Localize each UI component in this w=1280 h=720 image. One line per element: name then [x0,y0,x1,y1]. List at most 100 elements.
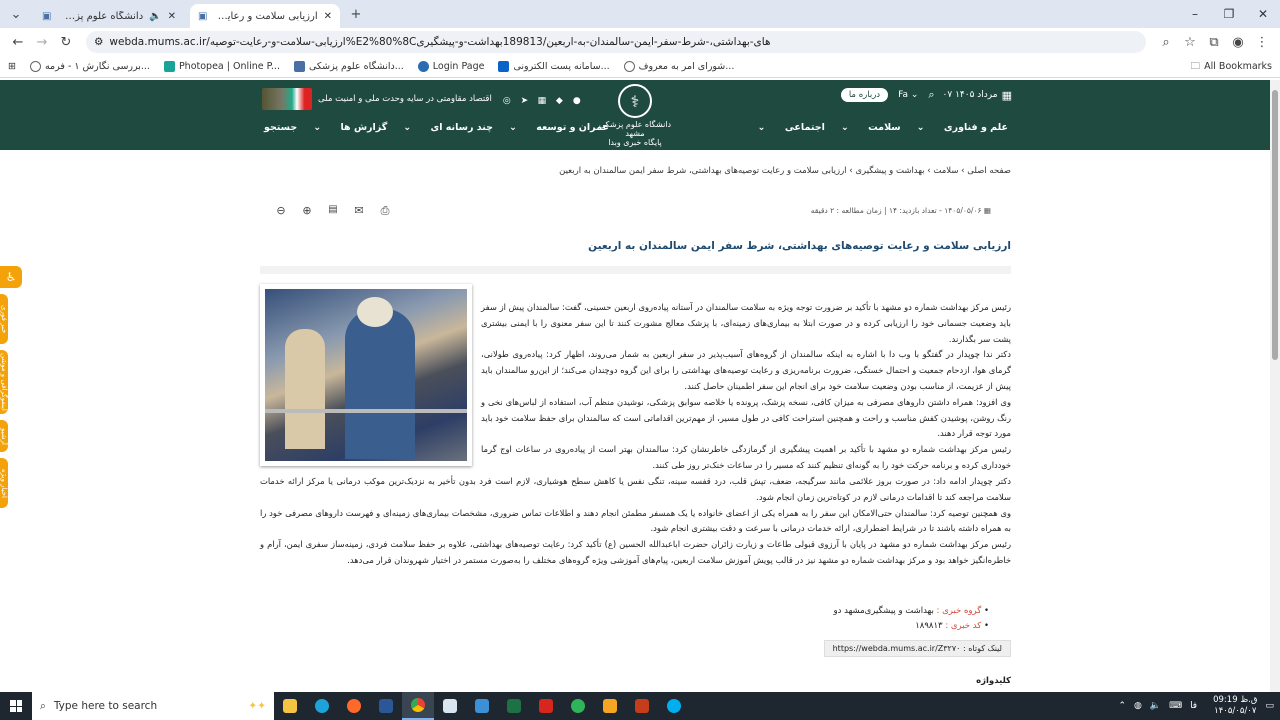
email-icon[interactable]: ✉ [346,204,372,218]
bookmark-star-icon[interactable]: ☆ [1178,30,1202,54]
paragraph: رئیس مرکز بهداشت شماره دو مشهد با تأکید … [481,302,1011,344]
folder-icon: 🗀 [1190,60,1201,72]
page-scrollbar[interactable] [1270,80,1280,692]
leaders-banner-image [262,88,312,110]
bookmark-item[interactable]: Login Page [417,61,484,72]
word-icon[interactable] [370,692,402,720]
article-title: ارزیابی سلامت و رعایت توصیه‌های بهداشتی،… [588,240,1011,252]
print-icon[interactable]: ▤ [320,204,346,218]
input-language[interactable]: فا [1190,701,1197,711]
paint-icon[interactable] [434,692,466,720]
menu-item-reports[interactable]: گزارش ها ⌄ [313,122,387,133]
profile-icon[interactable]: ◉ [1226,30,1250,54]
infographic-button[interactable]: اینفوگرافی و موشن [0,350,8,414]
security-icon[interactable] [562,692,594,720]
menu-item-health[interactable]: سلامت ⌄ [841,122,901,133]
special-news-button[interactable]: اخبار ویژه [0,458,8,508]
windows-logo-icon [10,700,22,712]
breaking-news-button[interactable]: خبر فوری [0,294,8,344]
restore-icon[interactable]: ❐ [1212,0,1246,28]
bookmark-item[interactable]: سامانه پست الکترونی... [498,61,610,72]
menu-item-search[interactable]: جستجو [264,122,297,133]
menu-kebab-icon[interactable]: ⋮ [1250,30,1274,54]
short-link[interactable]: لینک کوتاه : https://webda.mums.ac.ir/Z۳… [823,640,1011,657]
zoom-out-icon[interactable]: ⊖ [268,204,294,218]
printer-icon[interactable]: ⎙ [372,204,398,218]
menu-item-social[interactable]: اجتماعی ⌄ [758,122,825,133]
close-tab-icon[interactable]: ✕ [168,11,176,22]
minimize-icon[interactable]: – [1178,0,1212,28]
firefox-icon[interactable] [338,692,370,720]
forward-icon[interactable]: → [30,30,54,54]
instagram-icon[interactable]: ◎ [502,96,512,106]
menu-item-science[interactable]: علم و فناوری ⌄ [917,122,1008,133]
menu-item-development[interactable]: عمران و توسعه ⌄ [509,122,609,133]
notification-icon[interactable]: ▭ [1265,701,1274,711]
bookmark-item[interactable]: بررسی نگارش ۱ - فرمه... [29,61,150,72]
reload-icon[interactable]: ↻ [54,30,78,54]
bale-icon[interactable]: ● [572,96,582,106]
keyboard-icon[interactable]: ⌨ [1169,701,1182,711]
volume-icon[interactable]: 🔈 [1150,701,1161,711]
clock[interactable]: 09:19 ق.ظ ۱۴۰۵/۰۵/۰۷ [1205,695,1257,717]
browser-tab-2[interactable]: ▣ ارزیابی سلامت و رعایت توصیه‌ها ✕ [190,4,340,28]
search-icon: ⌕ [40,699,46,712]
tab-strip: ⌄ ▣ دانشگاه علوم پزشکی مشهد 🔈 ✕ ▣ ارزیاب… [0,0,1280,28]
extensions-icon[interactable]: ⧉ [1202,30,1226,54]
bookmark-item[interactable]: Photopea | Online P... [163,61,280,72]
system-tray: ⌃ ◍ 🔈 ⌨ فا 09:19 ق.ظ ۱۴۰۵/۰۵/۰۷ ▭ [1110,695,1280,717]
aparat-icon[interactable]: ▦ [537,96,547,106]
os-taskbar: ⌕ Type here to search ✦✦ ⌃ ◍ 🔈 ⌨ فا 09:1… [0,692,1280,720]
zoom-in-icon[interactable]: ⊕ [294,204,320,218]
app-orange-icon[interactable] [594,692,626,720]
acrobat-icon[interactable] [530,692,562,720]
site-info-icon[interactable]: ⚙ [94,36,103,48]
paragraph: دکتر چوپدار ادامه داد: در صورت بروز علائ… [260,476,1011,502]
excel-icon[interactable] [498,692,530,720]
language-select[interactable]: Fa ⌄ [898,90,918,100]
tab-list-chevron-icon[interactable]: ⌄ [4,2,28,26]
side-buttons: ♿ خبر فوری اینفوگرافی و موشن آرشیو اخبار… [0,266,22,514]
close-tab-icon[interactable]: ✕ [324,11,332,22]
accessibility-button[interactable]: ♿ [0,266,22,288]
bookmark-item[interactable]: شورای امر به معروف... [623,61,734,72]
tray-chevron-icon[interactable]: ⌃ [1118,701,1126,711]
menu-item-multimedia[interactable]: چند رسانه ای ⌄ [403,122,493,133]
search-icon[interactable]: ⌕ [928,88,934,102]
telegram-icon[interactable]: ➤ [519,96,529,106]
slogan: اقتصاد مقاومتی در سایه وحدت ملی و امنیت … [318,94,492,104]
browser-tab-1[interactable]: ▣ دانشگاه علوم پزشکی مشهد 🔈 ✕ [34,4,184,28]
app-icon[interactable] [466,692,498,720]
mute-icon[interactable]: 🔈 [149,11,161,22]
about-button[interactable]: درباره ما [840,88,889,102]
article-body-wide: دکتر چوپدار ادامه داد: در صورت بروز علائ… [260,474,1011,569]
skype-icon[interactable] [658,692,690,720]
site-logo[interactable]: ⚕ دانشگاه علوم پزشکی مشهد پایگاه خبری وب… [590,84,680,147]
scrollbar-thumb[interactable] [1272,90,1278,360]
archive-button[interactable]: آرشیو [0,420,8,452]
network-icon[interactable]: ◍ [1134,701,1142,711]
address-bar[interactable]: ⚙ webda.mums.ac.ir/ارزیابی-سلامت-و-رعایت… [86,31,1146,53]
taskbar-search[interactable]: ⌕ Type here to search ✦✦ [32,692,274,720]
favicon-icon: ▣ [198,10,208,22]
file-explorer-icon[interactable] [274,692,306,720]
bookmark-item[interactable]: دانشگاه علوم پزشکی... [293,61,404,72]
chrome-icon[interactable] [402,692,434,720]
edge-icon[interactable] [306,692,338,720]
close-window-icon[interactable]: ✕ [1246,0,1280,28]
zoom-icon[interactable]: ⌕ [1154,30,1178,54]
divider [260,266,1011,274]
new-tab-button[interactable]: + [344,2,368,26]
apps-grid-icon[interactable]: ⊞ [8,61,16,72]
accessibility-icon: ♿ [5,270,17,284]
eitaa-icon[interactable]: ◆ [554,96,564,106]
all-bookmarks[interactable]: 🗀 All Bookmarks [1191,59,1272,75]
pilgrims-photo [265,289,467,461]
back-icon[interactable]: ← [6,30,30,54]
copilot-sparkle-icon: ✦✦ [248,700,266,712]
start-button[interactable] [0,692,32,720]
breadcrumb[interactable]: صفحه اصلی › سلامت › بهداشت و پیشگیری › ا… [559,166,1011,176]
powerpoint-icon[interactable] [626,692,658,720]
news-tags: • گروه خبری : بهداشت و پیشگیری‌مشهد دو •… [834,604,989,634]
article-photo[interactable] [260,284,472,466]
